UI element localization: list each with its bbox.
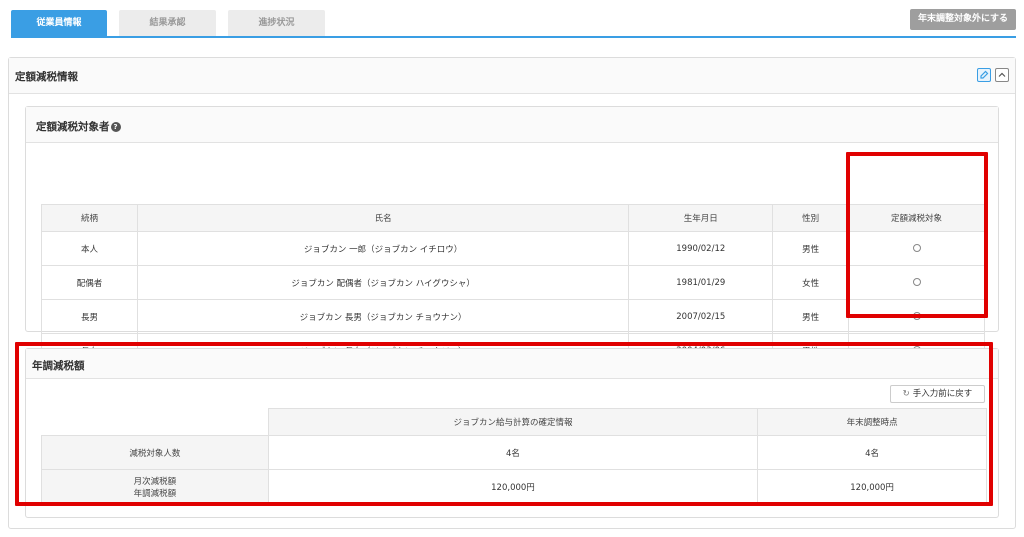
column-header: 氏名 <box>136 204 630 232</box>
table-header-row: 続柄 氏名 生年月日 性別 定額減税対象 <box>41 204 985 232</box>
annual-table: ジョブカン給与計算の確定情報 年末調整時点 減税対象人数 4名 4名 月次減税額… <box>41 408 987 504</box>
annual-title: 年調減税額 <box>32 360 85 372</box>
edit-icon[interactable] <box>977 68 991 82</box>
panel-title: 定額減税情報 <box>15 71 78 83</box>
section-header: 定額減税対象者? <box>26 107 998 143</box>
gender-cell: 女性 <box>772 265 850 300</box>
undo-icon: ↻ <box>902 389 910 399</box>
row-label-line: 月次減税額 <box>133 476 177 487</box>
tab-employee-info[interactable]: 従業員情報 <box>11 10 107 36</box>
relation-cell: 本人 <box>41 231 138 266</box>
table-row: 月次減税額 年調減税額 120,000円 120,000円 <box>41 469 987 504</box>
table-row: 減税対象人数 4名 4名 <box>41 435 987 470</box>
relation-cell: 配偶者 <box>41 265 138 300</box>
table-row: 長男 ジョブカン 長男（ジョブカン チョウナン） 2007/02/15 男性 ○ <box>41 299 985 334</box>
revert-label: 手入力前に戻す <box>912 389 973 399</box>
column-header: 性別 <box>772 204 850 232</box>
targets-title: 定額減税対象者 <box>36 121 110 133</box>
column-header: 生年月日 <box>628 204 774 232</box>
row-label: 月次減税額 年調減税額 <box>41 469 269 504</box>
relation-cell: 長男 <box>41 299 138 334</box>
name-cell: ジョブカン 長男（ジョブカン チョウナン） <box>136 299 630 334</box>
value-cell: 120,000円 <box>267 469 759 504</box>
target-mark <box>912 278 921 286</box>
value-cell: 4名 <box>267 435 759 470</box>
exclude-from-year-end-button[interactable]: 年末調整対象外にする <box>910 9 1016 30</box>
value-cell: 4名 <box>757 435 987 470</box>
value-cell: 120,000円 <box>757 469 987 504</box>
tab-underline <box>11 36 1016 38</box>
column-header: 年末調整時点 <box>757 408 987 436</box>
table-row: 本人 ジョブカン 一郎（ジョブカン イチロウ） 1990/02/12 男性 ○ <box>41 231 985 266</box>
section-header: 年調減税額 <box>26 349 998 379</box>
tab-result-approval[interactable]: 結果承認 <box>119 10 216 36</box>
target-cell: ○ <box>848 299 985 334</box>
gender-cell: 男性 <box>772 299 850 334</box>
question-icon[interactable]: ? <box>110 122 121 132</box>
annual-tax-reduction-section: 年調減税額 ↻ 手入力前に戻す ジョブカン給与計算の確定情報 年末調整時点 減税対… <box>25 348 999 518</box>
chevron-up-icon[interactable] <box>995 68 1009 82</box>
tab-bar: 従業員情報 結果承認 進捗状況 年末調整対象外にする <box>8 8 1016 38</box>
fixed-tax-reduction-panel: 定額減税情報 定額減税対象者? 続柄 氏名 生年月日 性別 定額減税対象 本人 … <box>8 57 1016 529</box>
dob-cell: 1990/02/12 <box>628 231 774 266</box>
column-header: 定額減税対象 <box>848 204 985 232</box>
table-header-row: ジョブカン給与計算の確定情報 年末調整時点 <box>41 408 987 436</box>
target-mark <box>912 312 921 320</box>
tab-progress[interactable]: 進捗状況 <box>228 10 325 36</box>
dob-cell: 1981/01/29 <box>628 265 774 300</box>
column-header: ジョブカン給与計算の確定情報 <box>267 408 759 436</box>
table-row: 配偶者 ジョブカン 配偶者（ジョブカン ハイグウシャ） 1981/01/29 女… <box>41 265 985 300</box>
tax-reduction-targets-section: 定額減税対象者? 続柄 氏名 生年月日 性別 定額減税対象 本人 ジョブカン 一… <box>25 106 999 368</box>
target-cell: ○ <box>848 231 985 266</box>
target-cell: ○ <box>848 265 985 300</box>
panel-header: 定額減税情報 <box>9 58 1015 94</box>
column-header: 続柄 <box>41 204 138 232</box>
target-mark <box>912 244 921 252</box>
targets-table: 続柄 氏名 生年月日 性別 定額減税対象 本人 ジョブカン 一郎（ジョブカン イ… <box>41 204 985 368</box>
row-label-line: 年調減税額 <box>133 488 177 499</box>
name-cell: ジョブカン 一郎（ジョブカン イチロウ） <box>136 231 630 266</box>
gender-cell: 男性 <box>772 231 850 266</box>
row-label: 減税対象人数 <box>41 435 269 470</box>
name-cell: ジョブカン 配偶者（ジョブカン ハイグウシャ） <box>136 265 630 300</box>
dob-cell: 2007/02/15 <box>628 299 774 334</box>
empty-header-cell <box>41 408 269 436</box>
revert-manual-input-button[interactable]: ↻ 手入力前に戻す <box>890 385 985 403</box>
section-title: 定額減税対象者? <box>36 119 121 134</box>
